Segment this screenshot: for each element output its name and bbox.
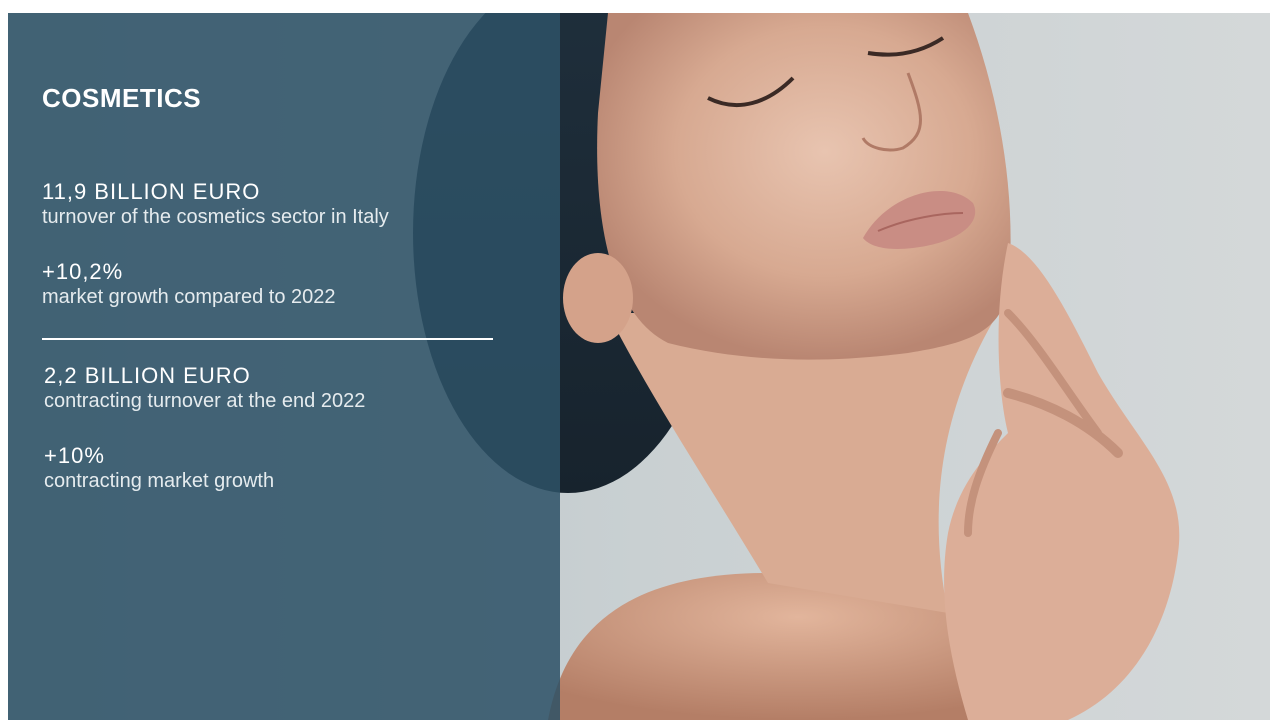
stat-description: market growth compared to 2022 [42,286,336,308]
content-panel: COSMETICS 11,9 BILLION EURO turnover of … [8,13,560,720]
stat-market-growth: +10,2% market growth compared to 2022 [42,259,336,309]
stat-value: 11,9 BILLION EURO [42,179,261,204]
stat-contracting-turnover: 2,2 BILLION EURO contracting turnover at… [44,363,365,413]
section-divider [42,338,493,340]
stat-description: contracting market growth [44,470,275,492]
stat-value: +10,2% [42,259,124,284]
stat-contracting-growth: +10% contracting market growth [44,443,274,493]
slide: COSMETICS 11,9 BILLION EURO turnover of … [8,13,1270,720]
stat-value: +10% [44,443,105,468]
slide-title: COSMETICS [42,83,202,113]
stat-turnover: 11,9 BILLION EURO turnover of the cosmet… [42,179,389,229]
stat-description: turnover of the cosmetics sector in Ital… [42,206,389,228]
stat-value: 2,2 BILLION EURO [44,363,251,388]
stat-description: contracting turnover at the end 2022 [44,390,366,412]
